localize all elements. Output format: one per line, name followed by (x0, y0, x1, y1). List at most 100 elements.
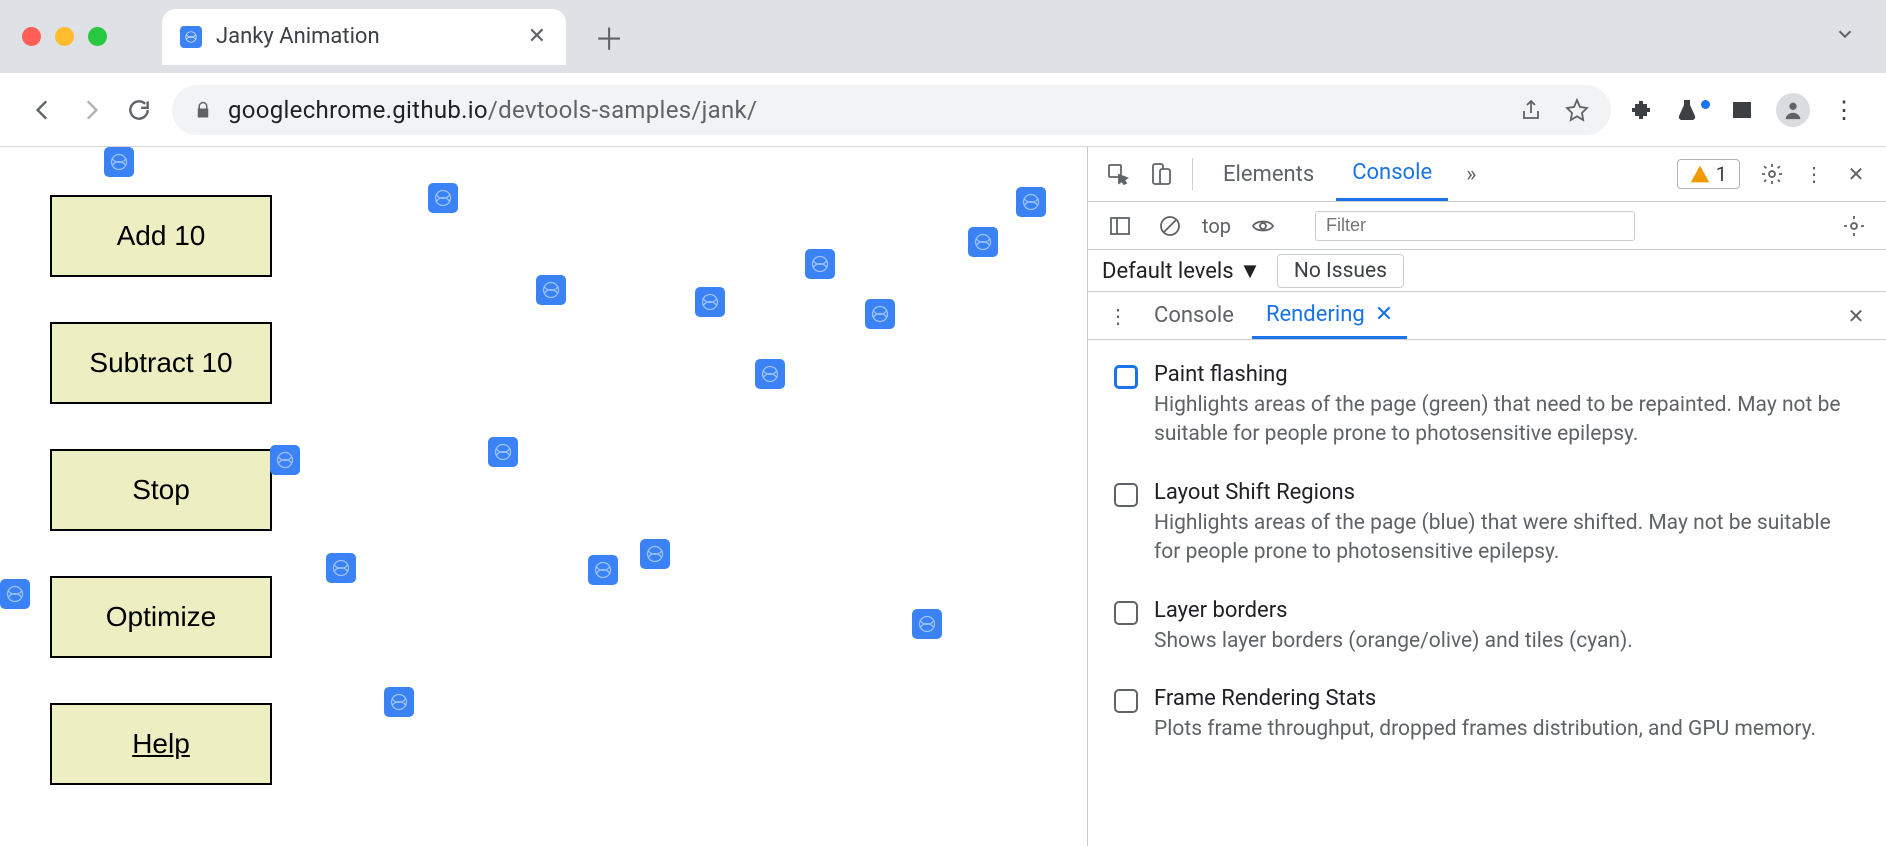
bookmark-icon[interactable] (1565, 98, 1589, 122)
drawer-tabbar: ⋮ Console Rendering ✕ ✕ (1088, 292, 1886, 340)
drawer-menu-icon[interactable]: ⋮ (1100, 298, 1136, 334)
option-description: Highlights areas of the page (blue) that… (1154, 509, 1860, 568)
window-maximize[interactable] (88, 27, 107, 46)
sprite-icon (0, 579, 30, 609)
back-button[interactable] (28, 95, 58, 125)
device-toolbar-icon[interactable] (1142, 156, 1178, 192)
checkbox[interactable] (1114, 689, 1138, 713)
chrome-menu-icon[interactable]: ⋮ (1832, 96, 1858, 124)
separator (1192, 158, 1193, 190)
demo-controls: Add 10 Subtract 10 Stop Optimize Help (50, 195, 272, 785)
address-bar[interactable]: googlechrome.github.io/devtools-samples/… (172, 85, 1611, 135)
drawer-tab-close-icon[interactable]: ✕ (1375, 302, 1393, 327)
tab-title: Janky Animation (216, 24, 380, 49)
extensions-icon[interactable] (1629, 98, 1653, 122)
sprite-icon (326, 553, 356, 583)
levels-dropdown[interactable]: Default levels ▼ (1102, 258, 1261, 284)
devtools-tabbar: Elements Console » 1 ⋮ ✕ (1088, 147, 1886, 202)
sprite-icon (536, 275, 566, 305)
toolbar: googlechrome.github.io/devtools-samples/… (0, 73, 1886, 147)
optimize-button[interactable]: Optimize (50, 576, 272, 658)
no-issues-badge[interactable]: No Issues (1277, 254, 1404, 288)
tabstrip-menu-icon[interactable] (1834, 23, 1856, 50)
console-sidebar-icon[interactable] (1102, 208, 1138, 244)
tab-close-icon[interactable]: ✕ (524, 20, 550, 53)
sprite-icon (270, 445, 300, 475)
window-controls (22, 27, 107, 46)
drawer-tab-rendering[interactable]: Rendering ✕ (1252, 292, 1407, 339)
tab-elements[interactable]: Elements (1207, 147, 1330, 201)
rendering-options: Paint flashing Highlights areas of the pa… (1088, 340, 1886, 846)
option-text: Paint flashing Highlights areas of the pa… (1154, 362, 1860, 450)
page-viewport: Add 10 Subtract 10 Stop Optimize Help (0, 147, 1088, 846)
rendering-option[interactable]: Paint flashing Highlights areas of the pa… (1114, 362, 1860, 450)
console-controls: top (1088, 202, 1886, 250)
option-description: Highlights areas of the page (green) tha… (1154, 391, 1860, 450)
sprite-icon (1016, 187, 1046, 217)
window-close[interactable] (22, 27, 41, 46)
sprite-icon (865, 299, 895, 329)
option-description: Shows layer borders (orange/olive) and t… (1154, 627, 1633, 656)
option-text: Layer borders Shows layer borders (orange… (1154, 598, 1633, 656)
help-button[interactable]: Help (50, 703, 272, 785)
drawer-tab-rendering-label: Rendering (1266, 302, 1365, 327)
sprite-icon (104, 147, 134, 177)
window-minimize[interactable] (55, 27, 74, 46)
sprite-icon (968, 227, 998, 257)
console-filter-input[interactable] (1315, 211, 1635, 241)
option-title: Layer borders (1154, 598, 1633, 623)
forward-button[interactable] (76, 95, 106, 125)
drawer-tab-console[interactable]: Console (1140, 292, 1248, 339)
sprite-icon (384, 687, 414, 717)
favicon-icon (180, 26, 202, 48)
sprite-icon (640, 539, 670, 569)
sidepanel-icon[interactable] (1730, 98, 1754, 122)
sprite-icon (488, 437, 518, 467)
option-title: Paint flashing (1154, 362, 1860, 387)
rendering-option[interactable]: Frame Rendering Stats Plots frame through… (1114, 686, 1860, 744)
browser-tab[interactable]: Janky Animation ✕ (162, 9, 566, 65)
drawer-close-icon[interactable]: ✕ (1838, 298, 1874, 334)
clear-console-icon[interactable] (1152, 208, 1188, 244)
share-icon[interactable] (1519, 98, 1543, 122)
rendering-option[interactable]: Layer borders Shows layer borders (orange… (1114, 598, 1860, 656)
tab-console[interactable]: Console (1336, 147, 1448, 201)
live-expression-icon[interactable] (1245, 208, 1281, 244)
checkbox[interactable] (1114, 365, 1138, 389)
settings-icon[interactable] (1754, 156, 1790, 192)
reload-button[interactable] (124, 95, 154, 125)
devtools-panel: Elements Console » 1 ⋮ ✕ top (1088, 147, 1886, 846)
devtools-menu-icon[interactable]: ⋮ (1796, 156, 1832, 192)
checkbox[interactable] (1114, 483, 1138, 507)
inspect-icon[interactable] (1100, 156, 1136, 192)
browser-chrome: Janky Animation ✕ ＋ googlechrome.github.… (0, 0, 1886, 147)
devtools-close-icon[interactable]: ✕ (1838, 156, 1874, 192)
toolbar-actions: ⋮ (1629, 93, 1858, 127)
sprite-icon (695, 287, 725, 317)
subtract-button[interactable]: Subtract 10 (50, 322, 272, 404)
url-text: googlechrome.github.io/devtools-samples/… (228, 96, 757, 124)
new-tab-button[interactable]: ＋ (594, 15, 624, 59)
profile-avatar[interactable] (1776, 93, 1810, 127)
rendering-option[interactable]: Layout Shift RegionsHighlights areas of … (1114, 480, 1860, 568)
option-title: Frame Rendering Stats (1154, 686, 1816, 711)
console-settings-icon[interactable] (1836, 208, 1872, 244)
option-text: Frame Rendering Stats Plots frame through… (1154, 686, 1816, 744)
checkbox[interactable] (1114, 601, 1138, 625)
warn-count: 1 (1716, 162, 1727, 186)
sprite-icon (805, 249, 835, 279)
tabs-overflow[interactable]: » (1454, 162, 1488, 187)
option-description: Plots frame throughput, dropped frames d… (1154, 715, 1816, 744)
sprite-icon (912, 609, 942, 639)
labs-dot-icon (1701, 100, 1710, 109)
url-host: googlechrome.github.io (228, 96, 488, 124)
add-button[interactable]: Add 10 (50, 195, 272, 277)
context-selector[interactable]: top (1202, 214, 1231, 238)
stop-button[interactable]: Stop (50, 449, 272, 531)
content-area: Add 10 Subtract 10 Stop Optimize Help El… (0, 147, 1886, 846)
issues-badge[interactable]: 1 (1677, 159, 1740, 189)
sprite-icon (588, 555, 618, 585)
labs-icon[interactable] (1675, 98, 1708, 122)
titlebar: Janky Animation ✕ ＋ (0, 0, 1886, 73)
sprite-icon (755, 359, 785, 389)
